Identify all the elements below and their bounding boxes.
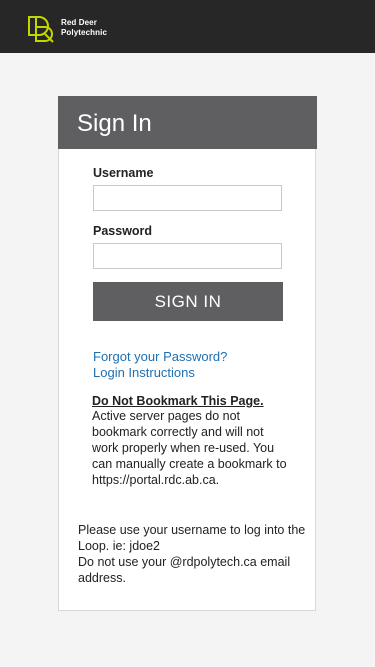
username-instructions: Please use your username to log into the… — [78, 522, 308, 586]
brand-name-line1: Red Deer — [61, 18, 97, 27]
password-field[interactable] — [93, 243, 282, 269]
brand-name[interactable]: Red Deer Polytechnic — [61, 18, 107, 37]
password-label: Password — [93, 224, 153, 238]
login-instructions-link[interactable]: Login Instructions — [93, 365, 195, 381]
page-title: Sign In — [77, 110, 152, 137]
bookmark-notice-body: Active server pages do not bookmark corr… — [92, 409, 287, 487]
sign-in-button[interactable]: SIGN IN — [93, 282, 283, 321]
username-field[interactable] — [93, 185, 282, 211]
rd-monogram-icon[interactable] — [27, 14, 57, 44]
username-instructions-line2: Do not use your @rdpolytech.ca email add… — [78, 555, 291, 585]
signin-card: Sign In Username Password SIGN IN Forgot… — [58, 96, 317, 611]
top-bar: Red Deer Polytechnic — [0, 0, 375, 53]
username-instructions-line1: Please use your username to log into the… — [78, 523, 306, 553]
bookmark-notice-title: Do Not Bookmark This Page. — [92, 394, 264, 408]
forgot-password-link[interactable]: Forgot your Password? — [93, 349, 227, 365]
username-label: Username — [93, 166, 154, 180]
brand-name-line2: Polytechnic — [61, 27, 108, 37]
card-header: Sign In — [58, 96, 317, 149]
